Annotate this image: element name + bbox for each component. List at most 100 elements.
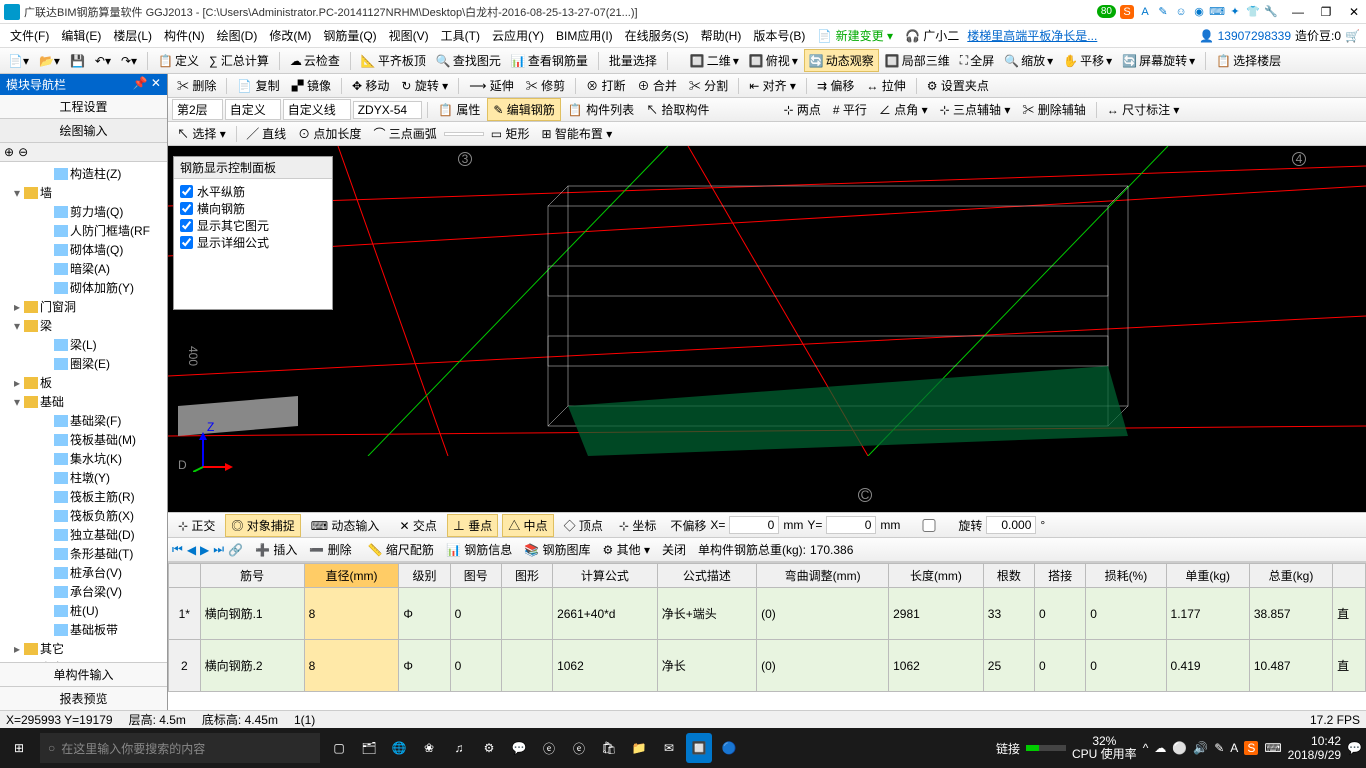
- del-aux-button[interactable]: ✂ 删除辅轴: [1017, 99, 1090, 120]
- table-cell[interactable]: 1*: [169, 588, 201, 640]
- local-3d-button[interactable]: 🔲 局部三维: [881, 50, 954, 71]
- table-cell[interactable]: 0: [1035, 640, 1086, 692]
- pt-len-button[interactable]: ⊙ 点加长度: [293, 123, 366, 144]
- code-select[interactable]: ZDYX-54: [353, 101, 422, 119]
- table-cell[interactable]: 净长: [657, 640, 756, 692]
- tree-node[interactable]: 集水坑(K): [2, 449, 165, 468]
- tab-report[interactable]: 报表预览: [0, 686, 167, 710]
- edit-rebar-button[interactable]: ✎ 编辑钢筋: [487, 98, 560, 121]
- split-button[interactable]: ✂ 分割: [684, 75, 733, 96]
- ie-icon[interactable]: ⓔ: [566, 733, 592, 763]
- tree-node[interactable]: 承台梁(V): [2, 582, 165, 601]
- 3pt-aux-button[interactable]: ⊹ 三点辅轴 ▾: [935, 99, 1016, 120]
- tree-node[interactable]: 条形基础(T): [2, 544, 165, 563]
- tray-icon2[interactable]: ✎: [1214, 741, 1224, 755]
- props-button[interactable]: 📋 属性: [433, 99, 485, 120]
- taskview-icon[interactable]: ▢: [326, 733, 352, 763]
- arc-opts[interactable]: [444, 132, 484, 136]
- view-rebar-button[interactable]: 📊 查看钢筋量: [507, 50, 592, 71]
- tree-node[interactable]: 筏板基础(M): [2, 430, 165, 449]
- onedrive-icon[interactable]: ☁: [1154, 741, 1166, 755]
- table-cell[interactable]: 38.857: [1249, 588, 1332, 640]
- find-elem-button[interactable]: 🔍 查找图元: [432, 50, 505, 71]
- tree-node[interactable]: 桩(U): [2, 601, 165, 620]
- col-header[interactable]: 长度(mm): [889, 564, 984, 588]
- taskbar-clock[interactable]: 10:422018/9/29: [1288, 734, 1341, 763]
- type-select[interactable]: 自定义: [225, 99, 281, 120]
- zoom-button[interactable]: 🔍 缩放 ▾: [1000, 50, 1057, 71]
- table-cell[interactable]: 0: [450, 588, 501, 640]
- trim-button[interactable]: ✂ 修剪: [521, 75, 570, 96]
- camera-icon[interactable]: ◉: [1192, 5, 1206, 19]
- menu-floor[interactable]: 楼层(L): [109, 25, 156, 46]
- mail-icon[interactable]: ✉: [656, 733, 682, 763]
- pick-button[interactable]: ↖ 拾取构件: [641, 99, 714, 120]
- wrench-icon[interactable]: 🔧: [1264, 5, 1278, 19]
- user-phone[interactable]: 👤 13907298339: [1199, 29, 1291, 43]
- flat-top-button[interactable]: 📐 平齐板顶: [357, 50, 430, 71]
- close-button2[interactable]: 关闭: [658, 539, 690, 560]
- rotate-button[interactable]: ↻ 旋转 ▾: [396, 75, 453, 96]
- start-button[interactable]: ⊞: [4, 733, 34, 763]
- stretch-button[interactable]: ↔ 拉伸: [861, 75, 910, 96]
- last-icon[interactable]: ⏭: [213, 542, 224, 557]
- col-header[interactable]: 搭接: [1035, 564, 1086, 588]
- table-cell[interactable]: 0: [1086, 588, 1166, 640]
- link-label[interactable]: 链接: [996, 740, 1020, 757]
- fullscreen-button[interactable]: ⛶ 全屏: [956, 50, 998, 71]
- table-cell[interactable]: [501, 640, 552, 692]
- tray-a-icon[interactable]: A: [1230, 741, 1238, 755]
- tree-node[interactable]: ▸其它: [2, 639, 165, 658]
- menu-draw[interactable]: 绘图(D): [213, 25, 262, 46]
- table-cell[interactable]: 横向钢筋.1: [200, 588, 304, 640]
- col-header[interactable]: [169, 564, 201, 588]
- menu-edit[interactable]: 编辑(E): [57, 25, 105, 46]
- tree-node[interactable]: 剪力墙(Q): [2, 202, 165, 221]
- app8-icon[interactable]: 🔲: [686, 733, 712, 763]
- delete-row-button[interactable]: ➖ 删除: [305, 539, 355, 560]
- new-icon[interactable]: 📄▾: [4, 52, 33, 70]
- orbit-button[interactable]: 🔄 动态观察: [804, 49, 879, 72]
- next-icon[interactable]: ▶: [200, 543, 209, 557]
- a-icon[interactable]: A: [1138, 5, 1152, 19]
- cloud-check-button[interactable]: ☁ 云检查: [286, 50, 344, 71]
- tab-settings[interactable]: 工程设置: [0, 95, 167, 119]
- inter-button[interactable]: ✕ 交点: [393, 514, 442, 537]
- s-icon[interactable]: S: [1120, 5, 1134, 19]
- menu-bim[interactable]: BIM应用(I): [552, 25, 617, 46]
- tool-icon[interactable]: ✎: [1156, 5, 1170, 19]
- copy-button[interactable]: 📄 复制: [232, 75, 284, 96]
- merge-button[interactable]: ⊕ 合并: [632, 75, 681, 96]
- menu-modify[interactable]: 修改(M): [265, 25, 315, 46]
- new-change[interactable]: 📄 新建变更 ▾: [813, 25, 897, 46]
- ortho-button[interactable]: ⊹ 正交: [172, 514, 221, 537]
- table-cell[interactable]: 2981: [889, 588, 984, 640]
- col-header[interactable]: 公式描述: [657, 564, 756, 588]
- menu-online[interactable]: 在线服务(S): [621, 25, 693, 46]
- batch-select-button[interactable]: 批量选择: [605, 50, 661, 71]
- dim-button[interactable]: ↔ 尺寸标注 ▾: [1102, 99, 1185, 120]
- tab-single-input[interactable]: 单构件输入: [0, 662, 167, 686]
- menu-version[interactable]: 版本号(B): [749, 25, 809, 46]
- parallel-button[interactable]: # 平行: [828, 99, 872, 120]
- col-header[interactable]: 直径(mm): [304, 564, 399, 588]
- move-button[interactable]: ✥ 移动: [347, 75, 394, 96]
- tab-draw-input[interactable]: 绘图输入: [0, 119, 167, 143]
- col-header[interactable]: 总重(kg): [1249, 564, 1332, 588]
- rot-input[interactable]: [986, 516, 1036, 534]
- tip-link[interactable]: 楼梯里高端平板净长是...: [967, 27, 1097, 44]
- menu-cloud[interactable]: 云应用(Y): [488, 25, 548, 46]
- table-cell[interactable]: 2: [169, 640, 201, 692]
- table-cell[interactable]: 0: [450, 640, 501, 692]
- delete-button[interactable]: ✂ 删除: [172, 75, 221, 96]
- tree-node[interactable]: 柱墩(Y): [2, 468, 165, 487]
- rot-check[interactable]: [904, 519, 954, 532]
- redo-icon[interactable]: ↷▾: [117, 52, 141, 70]
- define-button[interactable]: 📋 定义: [154, 50, 203, 71]
- table-cell[interactable]: 0: [1086, 640, 1166, 692]
- app7-icon[interactable]: 📁: [626, 733, 652, 763]
- notifications-icon[interactable]: 💬: [1347, 741, 1362, 755]
- volume-icon[interactable]: 🔊: [1193, 741, 1208, 755]
- insert-button[interactable]: ➕ 插入: [251, 539, 301, 560]
- tree-node[interactable]: ▾梁: [2, 316, 165, 335]
